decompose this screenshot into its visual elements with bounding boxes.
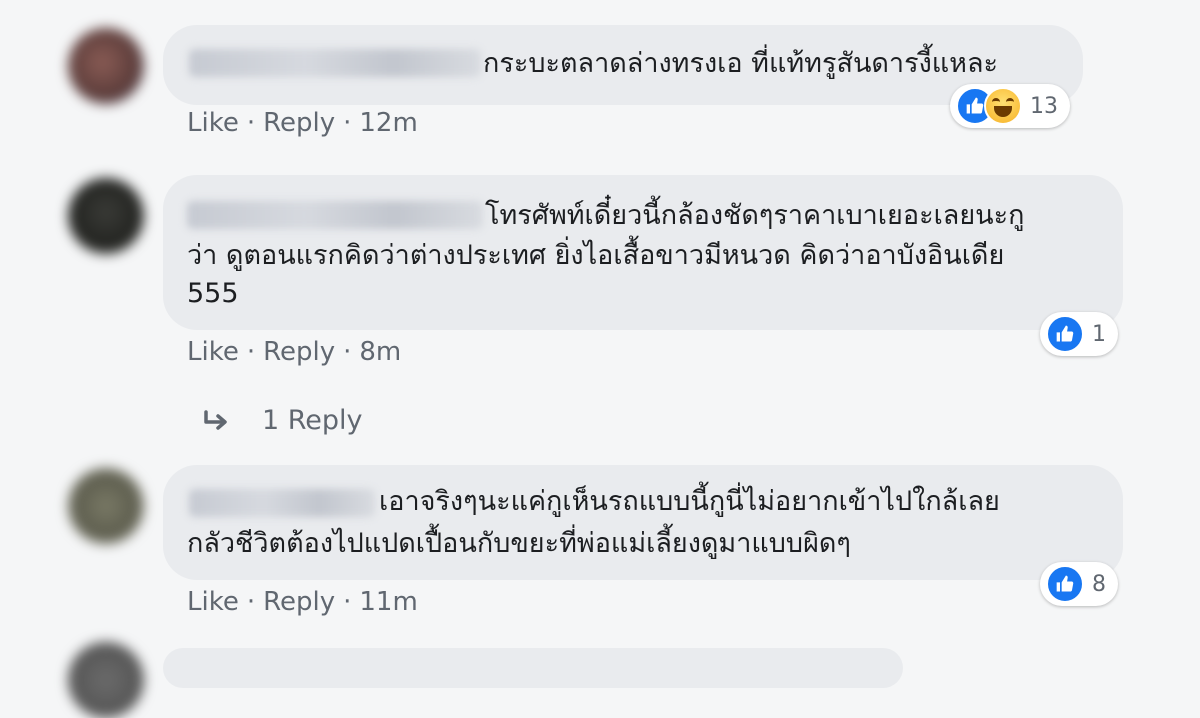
view-replies-link[interactable]: 1 Reply [200,405,363,436]
comment-bubble: เอาจริงๆนะแค่กูเห็นรถแบบนี้กูนี่ไม่อยากเ… [163,465,1123,580]
timestamp[interactable]: 12m [359,108,417,138]
comment-text-line: กลัวชีวิตต้องไปแปดเปื้อนกับขยะที่พ่อแม่เ… [187,528,851,559]
like-icon [1046,315,1084,353]
comment-actions: Like · Reply · 12m [187,108,418,138]
comment-text-line: ว่า ดูตอนแรกคิดว่าต่างประเทศ ยิ่งไอเสื้อ… [187,240,1005,271]
separator: · [343,587,352,617]
like-link[interactable]: Like [187,108,239,138]
reply-arrow-icon [204,409,227,430]
avatar[interactable] [68,28,144,104]
reply-link[interactable]: Reply [263,587,335,617]
comment-text: กระบะตลาดล่างทรงเอ ที่แท้ทรูสันดารงี้แหล… [483,48,999,79]
reaction-count: 8 [1092,571,1106,597]
reaction-count: 1 [1092,321,1106,347]
separator: · [246,108,256,138]
separator: · [246,587,256,617]
separator: · [246,337,256,367]
comment-actions: Like · Reply · 8m [187,337,401,367]
comment-text-line: เอาจริงๆนะแค่กูเห็นรถแบบนี้กูนี่ไม่อยากเ… [379,486,1000,517]
comment-bubble [163,648,903,688]
like-link[interactable]: Like [187,337,239,367]
like-link[interactable]: Like [187,587,239,617]
reply-link[interactable]: Reply [263,337,335,367]
reaction-summary[interactable]: 13 [950,84,1070,128]
avatar[interactable] [68,178,144,254]
like-icon [1046,565,1084,603]
comment-text-line: 555 [187,278,239,309]
reaction-summary[interactable]: 1 [1040,312,1118,356]
author-name-blurred[interactable] [189,489,375,517]
replies-count-label: 1 Reply [262,405,363,436]
haha-icon [984,87,1022,125]
comment-bubble: กระบะตลาดล่างทรงเอ ที่แท้ทรูสันดารงี้แหล… [163,25,1083,105]
avatar[interactable] [68,468,144,544]
separator: · [343,337,352,367]
comment-actions: Like · Reply · 11m [187,587,418,617]
timestamp[interactable]: 8m [359,337,401,367]
reaction-count: 13 [1030,93,1058,119]
avatar[interactable] [68,642,144,718]
reaction-summary[interactable]: 8 [1040,562,1118,606]
reply-link[interactable]: Reply [263,108,335,138]
comment-bubble: โทรศัพท์เดี๋ยวนี้กล้องชัดๆราคาเบาเยอะเลย… [163,175,1123,330]
author-name-blurred[interactable] [189,49,481,77]
comment-text-line: โทรศัพท์เดี๋ยวนี้กล้องชัดๆราคาเบาเยอะเลย… [485,200,1025,231]
timestamp[interactable]: 11m [359,587,417,617]
separator: · [343,108,352,138]
author-name-blurred[interactable] [187,201,483,229]
